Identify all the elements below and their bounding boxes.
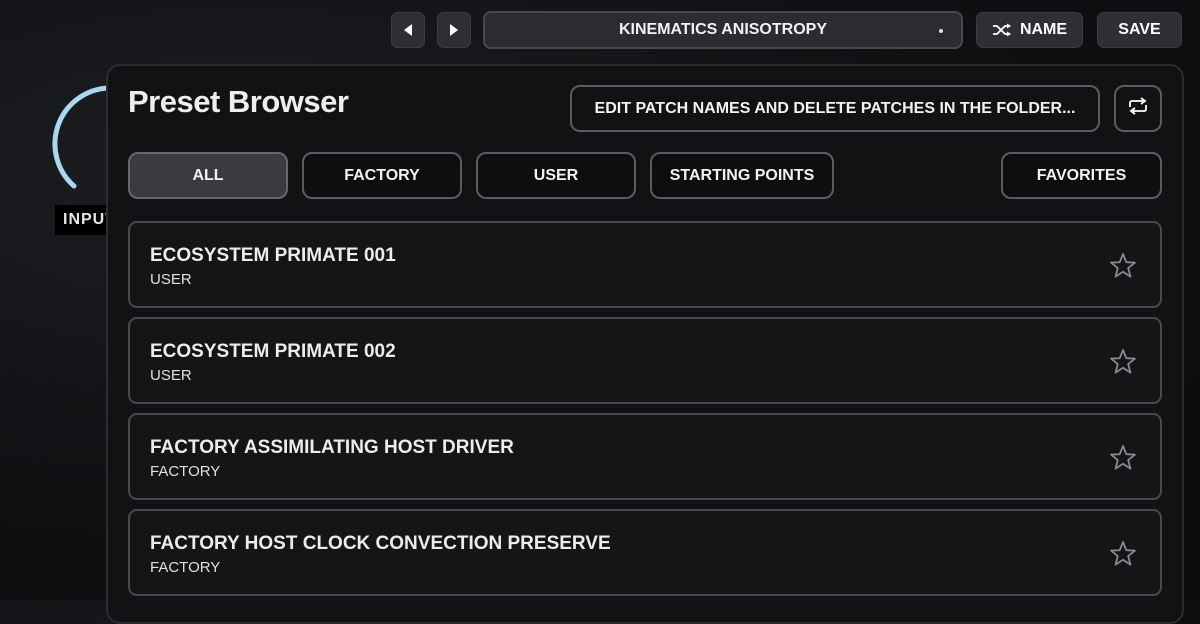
- preset-name: ECOSYSTEM PRIMATE 001: [150, 245, 396, 266]
- page-title: Preset Browser: [128, 84, 349, 119]
- tab-label: FACTORY: [344, 166, 420, 184]
- preset-name: FACTORY ASSIMILATING HOST DRIVER: [150, 437, 514, 458]
- current-preset-name: KINEMATICS ANISOTROPY: [618, 21, 827, 38]
- star-icon[interactable]: [1108, 251, 1138, 281]
- name-button-label: NAME: [1019, 21, 1068, 38]
- modified-dot: [939, 29, 943, 33]
- refresh-button[interactable]: [1114, 85, 1162, 132]
- tab-label: ALL: [192, 166, 224, 184]
- tab-label: USER: [533, 166, 579, 184]
- save-button-label: SAVE: [1118, 21, 1161, 38]
- tab-factory[interactable]: FACTORY: [302, 152, 462, 199]
- tab-label: STARTING POINTS: [669, 166, 815, 184]
- preset-row[interactable]: ECOSYSTEM PRIMATE 001 USER: [128, 221, 1162, 308]
- edit-patches-label: EDIT PATCH NAMES AND DELETE PATCHES IN T…: [594, 99, 1076, 117]
- tab-starting-points[interactable]: STARTING POINTS: [650, 152, 834, 199]
- random-name-button[interactable]: NAME: [976, 12, 1083, 48]
- preset-name: FACTORY HOST CLOCK CONVECTION PRESERVE: [150, 533, 611, 554]
- preset-row[interactable]: FACTORY ASSIMILATING HOST DRIVER FACTORY: [128, 413, 1162, 500]
- preset-list: ECOSYSTEM PRIMATE 001 USER ECOSYSTEM PRI…: [128, 221, 1162, 605]
- preset-category: USER: [150, 271, 192, 288]
- current-preset-field[interactable]: KINEMATICS ANISOTROPY: [483, 11, 963, 49]
- previous-preset-button[interactable]: [391, 12, 425, 48]
- preset-name: ECOSYSTEM PRIMATE 002: [150, 341, 396, 362]
- star-icon[interactable]: [1108, 347, 1138, 377]
- shuffle-icon: [992, 23, 1012, 37]
- star-icon[interactable]: [1108, 443, 1138, 473]
- preset-category: FACTORY: [150, 559, 221, 576]
- next-preset-button[interactable]: [437, 12, 471, 48]
- triangle-left-icon: [402, 23, 414, 37]
- tab-label: FAVORITES: [1036, 166, 1127, 184]
- edit-patches-button[interactable]: EDIT PATCH NAMES AND DELETE PATCHES IN T…: [570, 85, 1100, 132]
- refresh-icon: [1126, 97, 1150, 120]
- tab-all[interactable]: ALL: [128, 152, 288, 199]
- tab-user[interactable]: USER: [476, 152, 636, 199]
- preset-category: USER: [150, 367, 192, 384]
- preset-row[interactable]: ECOSYSTEM PRIMATE 002 USER: [128, 317, 1162, 404]
- preset-row[interactable]: FACTORY HOST CLOCK CONVECTION PRESERVE F…: [128, 509, 1162, 596]
- preset-category: FACTORY: [150, 463, 221, 480]
- star-icon[interactable]: [1108, 539, 1138, 569]
- tab-favorites[interactable]: FAVORITES: [1001, 152, 1162, 199]
- save-button[interactable]: SAVE: [1097, 12, 1182, 48]
- triangle-right-icon: [448, 23, 460, 37]
